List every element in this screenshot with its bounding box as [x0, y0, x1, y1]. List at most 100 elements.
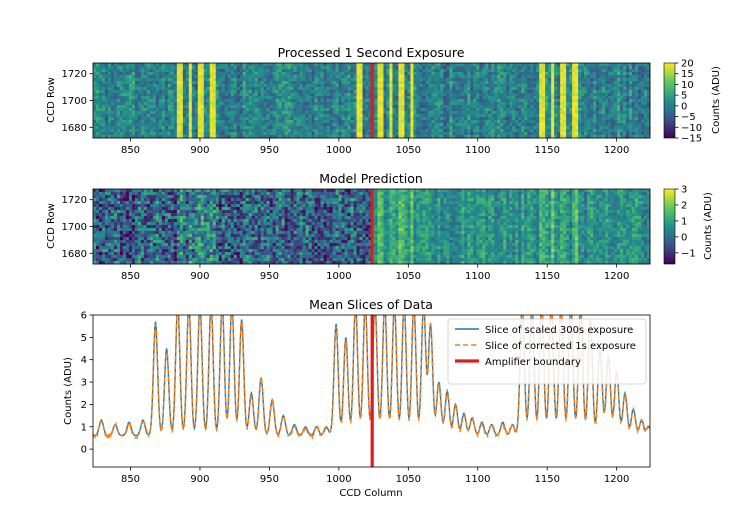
heatmap-cell: [599, 72, 603, 76]
heatmap-cell: [398, 129, 402, 133]
heatmap-cell: [614, 105, 618, 109]
heatmap-cell: [515, 90, 519, 94]
heatmap-cell: [290, 123, 294, 127]
heatmap-cell: [293, 129, 297, 133]
heatmap-cell: [140, 72, 145, 76]
heatmap-cell: [554, 129, 558, 133]
heatmap-cell: [515, 69, 519, 73]
heatmap-cell: [380, 117, 384, 121]
heatmap-cell: [395, 69, 399, 73]
heatmap-cell: [269, 105, 273, 109]
heatmap-cell: [140, 81, 145, 85]
heatmap-cell: [218, 78, 223, 82]
heatmap-cell: [93, 195, 97, 199]
heatmap-cell: [275, 108, 279, 112]
heatmap-cell: [410, 69, 414, 73]
heatmap-cell: [443, 75, 447, 79]
heatmap-cell: [98, 210, 103, 214]
heatmap-cell: [596, 63, 600, 67]
heatmap-cell: [425, 63, 429, 67]
heatmap-cell: [449, 78, 453, 82]
heatmap-cell: [494, 96, 498, 100]
heatmap-cell: [383, 120, 387, 124]
heatmap-cell: [482, 123, 486, 127]
heatmap-cell: [233, 78, 238, 82]
heatmap-cell: [347, 111, 351, 115]
heatmap-cell: [569, 102, 573, 106]
heatmap-cell: [521, 66, 525, 70]
heatmap-cell: [110, 228, 115, 232]
heatmap-cell: [344, 129, 348, 133]
heatmap-cell: [221, 120, 226, 124]
heatmap-cell: [284, 126, 288, 130]
heatmap-cell: [110, 195, 115, 199]
heatmap-cell: [128, 108, 133, 112]
heatmap-cell: [386, 102, 390, 106]
heatmap-cell: [506, 114, 510, 118]
heatmap-cell: [458, 120, 462, 124]
heatmap-cell: [386, 123, 390, 127]
heatmap-cell: [617, 87, 621, 91]
heatmap-cell: [404, 132, 408, 136]
heatmap-cell: [98, 234, 103, 238]
heatmap-cell: [176, 102, 181, 106]
heatmap-cell: [341, 93, 345, 97]
heatmap-cell: [494, 78, 498, 82]
heatmap-cell: [323, 105, 327, 109]
heatmap-cell: [452, 93, 456, 97]
heatmap-cell: [410, 111, 414, 115]
heatmap-cell: [581, 75, 585, 79]
heatmap-cell: [527, 111, 531, 115]
heatmap-cell: [212, 126, 217, 130]
heatmap-cell: [326, 84, 330, 88]
heatmap-cell: [293, 117, 297, 121]
heatmap-cell: [164, 123, 169, 127]
heatmap-cell: [131, 102, 136, 106]
heatmap-cell: [287, 66, 291, 70]
heatmap-cell: [98, 201, 103, 205]
heatmap-cell: [302, 66, 306, 70]
heatmap-cell: [593, 93, 597, 97]
heatmap-cell: [161, 93, 166, 97]
heatmap-cell: [266, 99, 270, 103]
heatmap-cell: [413, 69, 417, 73]
heatmap-cell: [188, 87, 193, 91]
heatmap-cell: [611, 120, 615, 124]
heatmap-cell: [632, 81, 636, 85]
heatmap-cell: [191, 99, 196, 103]
heatmap-cell: [542, 117, 546, 121]
heatmap-cell: [566, 93, 570, 97]
heatmap-cell: [299, 81, 303, 85]
heatmap-cell: [230, 111, 235, 115]
heatmap-cell: [188, 84, 193, 88]
heatmap-cell: [194, 126, 199, 130]
heatmap-cell: [425, 90, 429, 94]
heatmap-cell: [506, 78, 510, 82]
heatmap-cell: [311, 99, 315, 103]
heatmap-cell: [425, 123, 429, 127]
heatmap-cell: [128, 123, 133, 127]
heatmap-cell: [113, 105, 118, 109]
heatmap-cell: [113, 102, 118, 106]
heatmap-cell: [416, 114, 420, 118]
heatmap-cell: [500, 78, 504, 82]
heatmap-cell: [155, 105, 160, 109]
heatmap-cell: [596, 72, 600, 76]
heatmap-cell: [254, 120, 258, 124]
heatmap-cell: [110, 120, 115, 124]
heatmap-cell: [263, 81, 267, 85]
heatmap-cell: [110, 111, 115, 115]
heatmap-cell: [392, 99, 396, 103]
heatmap-cell: [134, 69, 139, 73]
heatmap-cell: [395, 123, 399, 127]
heatmap-cell: [608, 126, 612, 130]
heatmap-cell: [401, 78, 405, 82]
heatmap-cell: [428, 123, 432, 127]
heatmap-cell: [257, 111, 261, 115]
heatmap-cell: [584, 78, 588, 82]
heatmap-cell: [473, 105, 477, 109]
heatmap-cell: [425, 69, 429, 73]
heatmap-cell: [149, 81, 154, 85]
heatmap-cell: [110, 87, 115, 91]
heatmap-cell: [341, 114, 345, 118]
